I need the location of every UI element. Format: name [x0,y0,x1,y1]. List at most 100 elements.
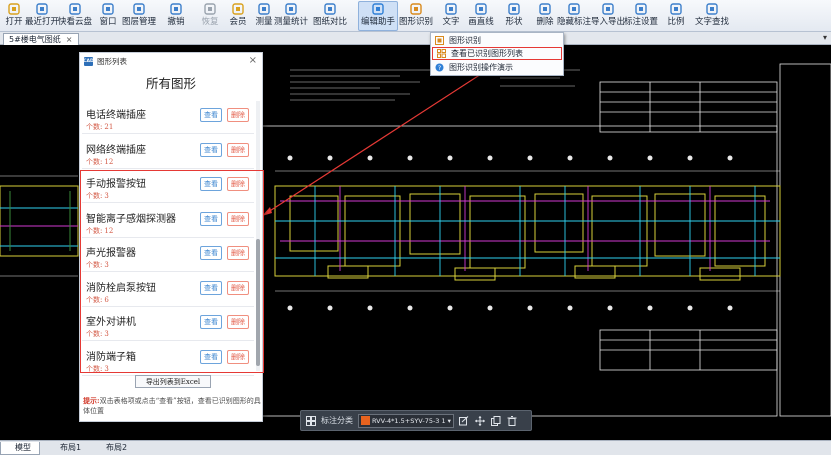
toolbar-button-label: 比例 [667,17,685,27]
shape-count-value: 21 [104,123,114,131]
document-tab-label: 5#楼电气图纸 [9,35,61,44]
shape-list-panel: CAD 图形列表 × 所有图形 电话终端插座 个数: 21 查看 删除 网络终端插座 个数:… [79,52,263,422]
toolbar-button-text[interactable]: 文字 [440,2,462,30]
delete-button[interactable]: 删除 [227,177,249,191]
layer-select-value: RVV-4*1.5+SYV-75-3 1 [372,416,446,425]
delete-button[interactable]: 删除 [227,142,249,157]
shape-list-item[interactable]: 智能离子感烟探测器 个数: 12 查看 删除 [82,205,254,238]
toolbar-button-label: 图纸对比 [312,17,347,27]
delete-button[interactable]: 删除 [227,349,249,364]
list-scrollbar[interactable] [256,101,260,371]
text-search-icon [705,2,719,15]
shape-list-item[interactable]: 电话终端插座 个数: 21 查看 删除 [82,101,254,134]
shape-count: 个数: 21 [86,122,113,132]
shape-list-item[interactable]: 网络终端插座 个数: 12 查看 删除 [82,136,254,169]
edit-icon[interactable] [459,415,470,426]
edit-assistant-icon [371,2,385,15]
shape-recognition-menu: 图形识别 查看已识别图形列表 ? 图形识别操作演示 [430,32,564,76]
tab-layout-1[interactable]: 布局1 [46,442,89,455]
document-tab[interactable]: 5#楼电气图纸 × [3,33,79,45]
annotation-floatbar: 标注分类 RVV-4*1.5+SYV-75-3 1 ▾ [300,410,532,431]
toolbar-button-undo[interactable]: 撤销 [165,2,187,30]
view-button[interactable]: 查看 [200,246,222,260]
toolbar-button-label: 测量统计 [274,17,309,27]
menu-item-shape-recognition[interactable]: 图形识别 [431,34,563,47]
shape-list-item[interactable]: 手动报警按钮 个数: 3 查看 删除 [82,170,254,203]
toolbar-button-label: 导入导出 [590,17,625,27]
grid-icon[interactable] [305,415,316,426]
view-button[interactable]: 查看 [200,280,222,295]
list-icon [437,49,446,58]
toolbar-button-layers[interactable]: 图层管理 [121,2,157,30]
toolbar-button-window[interactable]: 窗口 [97,2,119,30]
toolbar-button-measure-stats[interactable]: 测量统计 [274,2,308,30]
layer-color-swatch [361,416,370,425]
shape-list-item[interactable]: 消防端子箱 个数: 3 查看 删除 [82,343,254,376]
annotation-category-label: 标注分类 [321,416,353,425]
redo-icon [203,2,217,15]
layout-tab-bar: 模型 布局1 布局2 [0,440,831,455]
view-button[interactable]: 查看 [200,349,222,364]
clock-icon [35,2,49,15]
view-button[interactable]: 查看 [200,211,222,226]
toolbar-button-vip[interactable]: 会员 [227,2,249,30]
annotation-settings-icon [634,2,648,15]
toolbar-button-text-search[interactable]: 文字查找 [692,2,732,30]
shape-count: 个数: 3 [86,260,109,270]
delete-button[interactable]: 删除 [227,246,249,260]
toolbar-button-eraser[interactable]: 删除 [533,2,557,30]
menu-item-label: 图形识别操作演示 [449,63,513,72]
delete-button[interactable]: 删除 [227,211,249,226]
copy-icon[interactable] [491,415,502,426]
tab-list-chevron-icon[interactable]: ▾ [823,33,827,42]
shape-list-item[interactable]: 室外对讲机 个数: 3 查看 删除 [82,308,254,341]
view-button[interactable]: 查看 [200,108,222,122]
undo-icon [169,2,183,15]
delete-button[interactable]: 删除 [227,315,249,329]
menu-item-recognition-demo[interactable]: ? 图形识别操作演示 [431,61,563,74]
toolbar-button-label: 形状 [505,17,523,27]
toolbar-button-redo[interactable]: 恢复 [199,2,221,30]
shape-list-item[interactable]: 消防栓启泵按钮 个数: 6 查看 删除 [82,274,254,307]
shape-name: 声光报警器 [86,248,136,259]
main-toolbar: 打开 最近打开 快看云盘 窗口 图层管理 撤销 恢复 会员 测量 测量统计 图纸对比 编辑助手 图形识别… [0,0,831,32]
toolbar-button-cloud[interactable]: 快看云盘 [58,2,92,30]
toolbar-button-edit-assistant[interactable]: 编辑助手 [358,1,398,31]
delete-icon[interactable] [507,415,518,426]
toolbar-button-clock[interactable]: 最近打开 [25,2,60,30]
tab-model[interactable]: 模型 [0,442,40,455]
toolbar-button-line[interactable]: 画直线 [466,2,496,30]
chevron-down-icon: ▾ [447,416,451,425]
cloud-icon [68,2,82,15]
delete-button[interactable]: 删除 [227,108,249,122]
toolbar-button-label: 最近打开 [25,17,60,27]
toolbar-button-import-export[interactable]: 导入导出 [590,2,626,30]
toolbar-button-annotation-settings[interactable]: 标注设置 [623,2,659,30]
shape-count-prefix: 个数: [86,192,103,200]
export-excel-button[interactable]: 导出列表到Excel [135,375,211,388]
shape-count-prefix: 个数: [86,295,103,304]
view-button[interactable]: 查看 [200,177,222,191]
toolbar-button-compare[interactable]: 图纸对比 [310,2,350,30]
delete-button[interactable]: 删除 [227,280,249,295]
toolbar-button-label: 文字查找 [694,17,729,27]
toolbar-button-scale[interactable]: 比例 [665,2,687,30]
shape-list-item[interactable]: 声光报警器 个数: 3 查看 删除 [82,239,254,272]
menu-item-view-recognized-list[interactable]: 查看已识别图形列表 [432,47,562,60]
view-button[interactable]: 查看 [200,142,222,157]
layer-select[interactable]: RVV-4*1.5+SYV-75-3 1 ▾ [358,413,454,428]
toolbar-button-hide-annotation[interactable]: 隐藏标注 [557,2,591,30]
shape-name: 消防栓启泵按钮 [86,282,156,294]
scrollbar-thumb[interactable] [256,239,260,366]
tab-layout-2[interactable]: 布局2 [92,442,135,455]
close-icon[interactable]: × [249,55,257,66]
toolbar-button-folder[interactable]: 打开 [3,2,25,30]
toolbar-button-shape[interactable]: 形状 [503,2,525,30]
close-tab-icon[interactable]: × [66,34,73,45]
shape-count-value: 12 [104,157,114,166]
toolbar-button-shape-recognition[interactable]: 图形识别 [399,2,433,30]
callout-arrow [261,53,513,217]
move-icon[interactable] [475,415,486,426]
view-button[interactable]: 查看 [200,315,222,329]
toolbar-button-ruler[interactable]: 测量 [252,2,276,30]
